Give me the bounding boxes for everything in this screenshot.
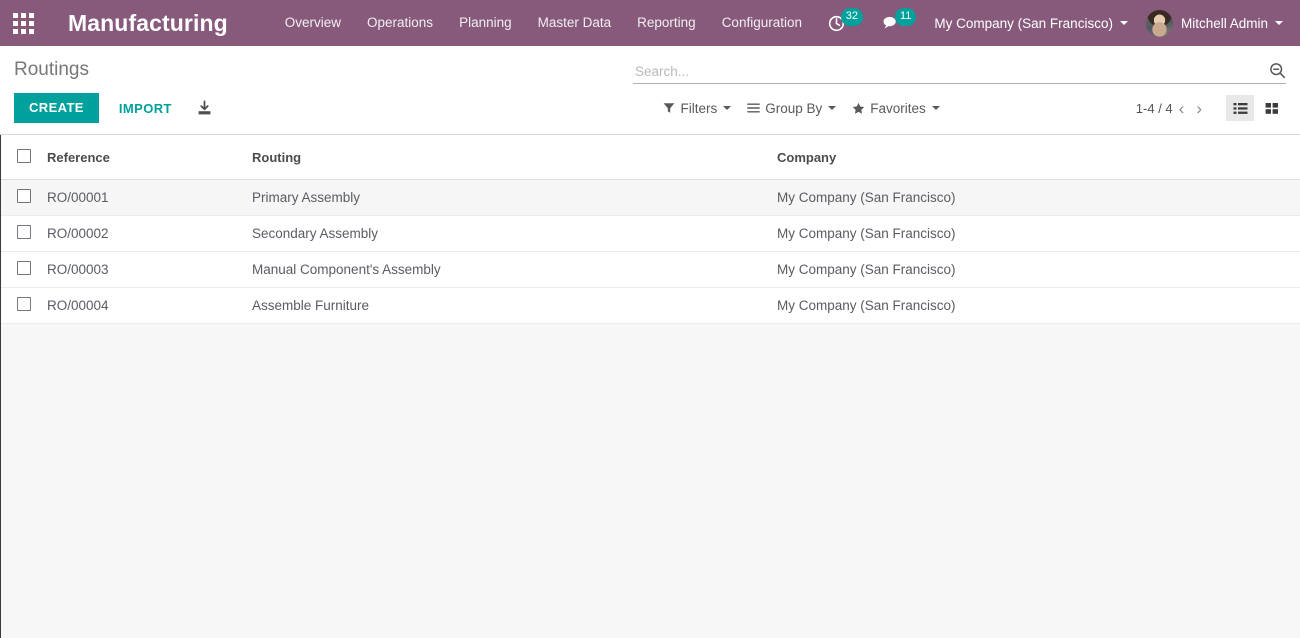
messaging-menu-button[interactable]: 11 <box>872 0 925 46</box>
row-checkbox[interactable] <box>17 225 31 239</box>
breadcrumb[interactable]: Routings <box>14 58 89 82</box>
cell-company: My Company (San Francisco) <box>777 215 1300 252</box>
chevron-down-icon <box>1119 21 1128 25</box>
view-switcher <box>1222 95 1286 121</box>
list-view-icon[interactable] <box>1226 95 1254 121</box>
empty-area <box>1 324 1300 638</box>
row-select-cell <box>1 179 47 216</box>
favorites-dropdown-button[interactable]: Favorites <box>852 101 940 116</box>
activity-menu-button[interactable]: 32 <box>819 0 872 46</box>
avatar <box>1145 9 1173 37</box>
row-select-cell <box>1 251 47 288</box>
menu-item-master-data[interactable]: Master Data <box>525 0 625 46</box>
chevron-down-icon <box>828 106 837 110</box>
list-lines-icon <box>747 102 761 114</box>
pager-value[interactable]: 1-4 / 4 <box>1136 101 1173 116</box>
control-panel-bottom-row: CREATE IMPORT Filters Group By Favorites… <box>0 84 1300 134</box>
column-header-reference[interactable]: Reference <box>47 135 252 180</box>
cell-company: My Company (San Francisco) <box>777 251 1300 288</box>
apps-grid-icon <box>12 12 34 34</box>
menu-item-overview[interactable]: Overview <box>272 0 354 46</box>
list-view-container: Reference Routing Company RO/00001 Prima… <box>0 135 1300 638</box>
row-select-cell <box>1 215 47 252</box>
table-row[interactable]: RO/00004 Assemble Furniture My Company (… <box>1 287 1300 324</box>
activity-count-badge: 32 <box>840 8 863 26</box>
messaging-count-badge: 11 <box>894 8 917 26</box>
search-view <box>633 58 1286 84</box>
menu-item-reporting[interactable]: Reporting <box>624 0 709 46</box>
chevron-right-icon[interactable]: › <box>1190 100 1208 117</box>
app-brand-title[interactable]: Manufacturing <box>68 10 228 37</box>
filters-label: Filters <box>680 100 718 116</box>
chevron-down-icon <box>1275 21 1283 25</box>
control-panel: Routings CREATE IMPORT <box>0 46 1300 135</box>
table-header-row: Reference Routing Company <box>1 135 1300 180</box>
column-header-company[interactable]: Company <box>777 135 1300 180</box>
search-filter-buttons: Filters Group By Favorites <box>663 101 955 116</box>
row-select-cell <box>1 287 47 324</box>
cell-reference: RO/00003 <box>47 251 252 288</box>
company-name-label: My Company (San Francisco) <box>934 15 1113 31</box>
routings-table: Reference Routing Company RO/00001 Prima… <box>1 135 1300 324</box>
table-header: Reference Routing Company <box>1 135 1300 180</box>
user-menu-button[interactable]: Mitchell Admin <box>1137 0 1292 46</box>
chevron-down-icon <box>931 106 940 110</box>
company-switcher[interactable]: My Company (San Francisco) <box>925 0 1137 46</box>
group-by-label: Group By <box>765 100 823 116</box>
systray: 32 11 My Company (San Francisco) Mitchel… <box>819 0 1300 46</box>
select-all-cell <box>1 135 47 180</box>
cell-routing: Assemble Furniture <box>252 287 777 324</box>
chevron-down-icon <box>723 106 732 110</box>
user-name-label: Mitchell Admin <box>1180 15 1268 31</box>
create-button[interactable]: CREATE <box>14 93 99 123</box>
pager: 1-4 / 4 ‹ › <box>1136 100 1208 117</box>
cell-reference: RO/00001 <box>47 179 252 216</box>
import-button[interactable]: IMPORT <box>119 101 172 116</box>
cell-routing: Primary Assembly <box>252 179 777 216</box>
cell-routing: Secondary Assembly <box>252 215 777 252</box>
top-navbar: Manufacturing Overview Operations Planni… <box>0 0 1300 46</box>
main-menu: Overview Operations Planning Master Data… <box>272 0 815 46</box>
table-row[interactable]: RO/00002 Secondary Assembly My Company (… <box>1 215 1300 252</box>
table-row[interactable]: RO/00001 Primary Assembly My Company (Sa… <box>1 179 1300 216</box>
cell-reference: RO/00004 <box>47 287 252 324</box>
download-export-icon[interactable] <box>197 100 212 116</box>
table-body: RO/00001 Primary Assembly My Company (Sa… <box>1 179 1300 324</box>
apps-menu-button[interactable] <box>0 0 46 46</box>
menu-item-configuration[interactable]: Configuration <box>709 0 815 46</box>
star-icon <box>852 102 865 115</box>
select-all-checkbox[interactable] <box>17 149 31 163</box>
kanban-view-icon[interactable] <box>1258 95 1286 121</box>
menu-item-planning[interactable]: Planning <box>446 0 525 46</box>
funnel-icon <box>663 102 675 114</box>
column-header-routing[interactable]: Routing <box>252 135 777 180</box>
row-checkbox[interactable] <box>17 297 31 311</box>
search-magnifier-icon[interactable] <box>1269 62 1286 80</box>
favorites-label: Favorites <box>870 100 926 116</box>
row-checkbox[interactable] <box>17 261 31 275</box>
row-checkbox[interactable] <box>17 189 31 203</box>
search-input[interactable] <box>633 64 1269 80</box>
control-panel-right-tools: Filters Group By Favorites 1-4 / 4 ‹ › <box>663 95 1286 121</box>
cell-routing: Manual Component's Assembly <box>252 251 777 288</box>
menu-item-operations[interactable]: Operations <box>354 0 446 46</box>
group-by-dropdown-button[interactable]: Group By <box>747 100 837 116</box>
cell-company: My Company (San Francisco) <box>777 287 1300 324</box>
filters-dropdown-button[interactable]: Filters <box>663 100 732 116</box>
cell-company: My Company (San Francisco) <box>777 179 1300 216</box>
control-panel-top-row: Routings <box>0 46 1300 84</box>
chevron-left-icon[interactable]: ‹ <box>1173 100 1191 117</box>
cell-reference: RO/00002 <box>47 215 252 252</box>
table-row[interactable]: RO/00003 Manual Component's Assembly My … <box>1 251 1300 288</box>
